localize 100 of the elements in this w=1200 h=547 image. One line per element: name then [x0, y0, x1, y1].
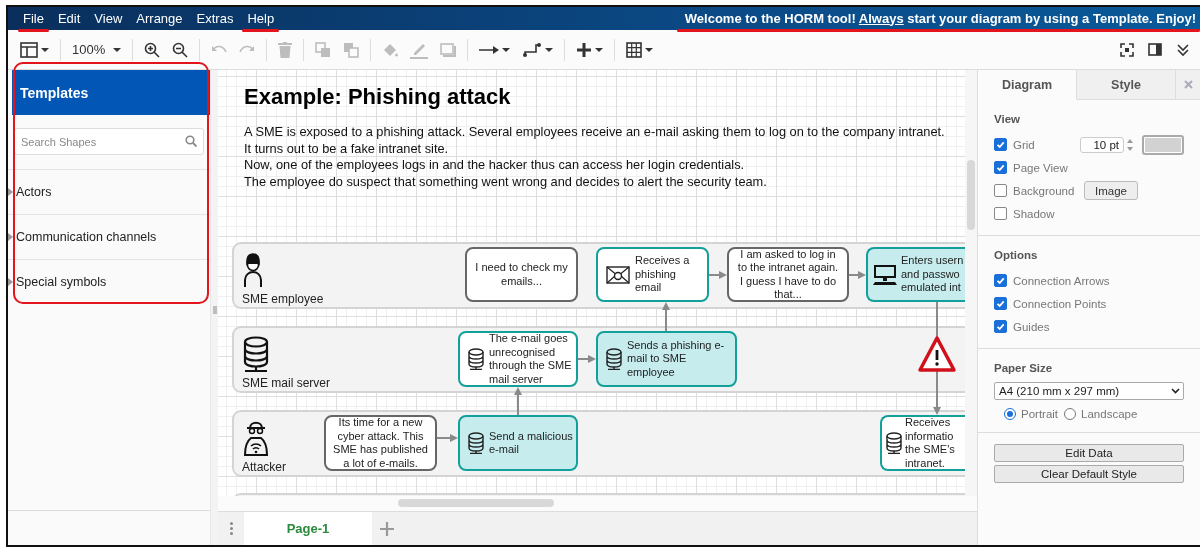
trash-icon [278, 41, 293, 58]
panel-tab[interactable]: Style [1077, 70, 1176, 100]
grid-size-field[interactable]: 10 pt [1080, 136, 1124, 153]
image-button[interactable]: Image [1084, 181, 1138, 200]
computer-icon [872, 263, 898, 286]
close-button[interactable] [1176, 70, 1200, 100]
checkbox[interactable] [994, 184, 1007, 197]
diagram-title: Example: Phishing attack [244, 84, 512, 110]
node-label: Its time for a new cyber attack. This SME has published a lot of e-mails. [332, 416, 429, 470]
connector-arrow [577, 355, 596, 363]
checkbox-label: Shadow [1013, 207, 1055, 220]
lane-label: SME mail server [242, 376, 330, 390]
node-label: Enters usern and passwo emulated int [901, 254, 964, 295]
node-label: I need to check my emails... [474, 261, 569, 288]
paint-bucket-icon [382, 41, 399, 58]
checkbox-label: Page View [1013, 161, 1068, 174]
node-label: Sends a phishing e-mail to SME employee [627, 338, 726, 380]
connector-arrow [662, 302, 670, 332]
page-tab[interactable]: Page-1 [244, 512, 372, 545]
table-icon [626, 41, 643, 58]
database-icon [886, 432, 902, 454]
grip-icon[interactable] [212, 306, 217, 314]
lane-label: SME employee [242, 292, 324, 306]
hat-figure-icon [243, 420, 269, 456]
envelope-icon [606, 265, 630, 284]
menu-item[interactable]: Help [240, 8, 282, 29]
radio-button[interactable] [1004, 408, 1016, 420]
close-icon [1183, 80, 1193, 89]
plus-icon [576, 41, 593, 58]
node-label: The e-mail goes unrecognised through the SME mail server [489, 332, 573, 386]
shadow-icon [440, 42, 457, 57]
connector-arrow [436, 434, 458, 442]
menu-item[interactable]: Extras [189, 8, 241, 29]
section-label: Communication channels [16, 230, 157, 244]
layout-icon [20, 41, 38, 58]
diagram-description: A SME is exposed to a phishing attack. Several employees receive an e-mail asking them to log on to the company intranet. It turns out to be a fake intranet site. Now, one of the employees logs in and the hacker thus can access her login credentials. The employee do suspect that something went wrong and decides to alert the security team. [244, 124, 945, 190]
double-chevron-icon [1176, 42, 1190, 57]
node-label: I am asked to log in to the intranet again. I guess I have to do that... [736, 247, 840, 302]
database-icon [468, 432, 484, 454]
checkbox[interactable] [994, 161, 1007, 174]
database-icon [243, 336, 269, 372]
menu-item[interactable]: File [16, 8, 51, 29]
connector-arrow [848, 271, 866, 279]
checkbox-label: Guides [1013, 320, 1050, 333]
scrollbar-thumb[interactable] [398, 499, 554, 508]
caret-icon [113, 47, 122, 52]
zoom-out-icon [172, 41, 189, 58]
section-label: Special symbols [16, 275, 107, 289]
search-field[interactable]: Search Shapes [14, 128, 204, 155]
panel-button[interactable]: Edit Data [994, 444, 1184, 462]
checkbox[interactable] [994, 297, 1007, 310]
zoom-in-icon [144, 41, 161, 58]
caret-icon [41, 47, 49, 52]
connector-arrow [514, 387, 522, 416]
section-label: Actors [16, 185, 52, 199]
chevron-down-icon [1171, 388, 1180, 394]
paper-size-select[interactable]: A4 (210 mm x 297 mm) [994, 382, 1184, 400]
radio-label: Landscape [1081, 408, 1138, 420]
fullscreen-icon [1120, 42, 1134, 57]
checkbox-label: Background [1013, 184, 1075, 197]
color-swatch[interactable] [1142, 134, 1184, 155]
send-to-back-icon [343, 41, 360, 58]
checkbox-label: Connection Points [1013, 297, 1107, 310]
radio-button[interactable] [1064, 408, 1077, 420]
checkbox[interactable] [994, 274, 1007, 287]
zoom-dropdown[interactable]: 100% [68, 40, 126, 59]
checkbox[interactable] [994, 138, 1007, 151]
section-heading: Options [994, 249, 1039, 261]
database-icon [606, 348, 622, 370]
sidebar-toggle-icon [1148, 43, 1162, 56]
panel-button[interactable]: Clear Default Style [994, 465, 1184, 483]
caret-icon [502, 47, 511, 52]
link[interactable]: Always [858, 10, 904, 26]
welcome-message: Welcome to the HORM tool! Always start your diagram by using a Template. Enjoy! [684, 8, 1200, 29]
node-label: Receives informatio the SME's intranet. [905, 416, 955, 470]
section-heading: View [994, 113, 1021, 125]
sidebar-header: Templates [12, 70, 210, 115]
bring-to-front-icon [315, 41, 332, 58]
caret-icon [595, 47, 604, 52]
checkbox[interactable] [994, 207, 1007, 220]
menu-item[interactable]: Edit [50, 8, 88, 29]
caret-icon [645, 47, 654, 52]
diagram-canvas[interactable] [218, 70, 965, 497]
connector-icon [522, 41, 543, 58]
node-label: Receives a phishing email [635, 254, 691, 295]
scrollbar-thumb[interactable] [967, 160, 975, 230]
caret-icon [545, 47, 554, 52]
arrow-icon [479, 44, 500, 55]
database-icon [468, 348, 484, 370]
connector-arrow [708, 271, 727, 279]
section-heading: Paper Size [994, 362, 1054, 374]
radio-label: Portrait [1021, 408, 1059, 420]
lane-label: Attacker [242, 460, 286, 474]
checkbox[interactable] [994, 320, 1007, 333]
checkbox-label: Grid [1013, 138, 1035, 151]
menu-item[interactable]: Arrange [129, 8, 190, 29]
plus-icon [380, 521, 394, 536]
menu-item[interactable]: View [87, 8, 130, 29]
search-icon [185, 135, 197, 147]
node-label: Send a malicious e-mail [489, 429, 573, 457]
